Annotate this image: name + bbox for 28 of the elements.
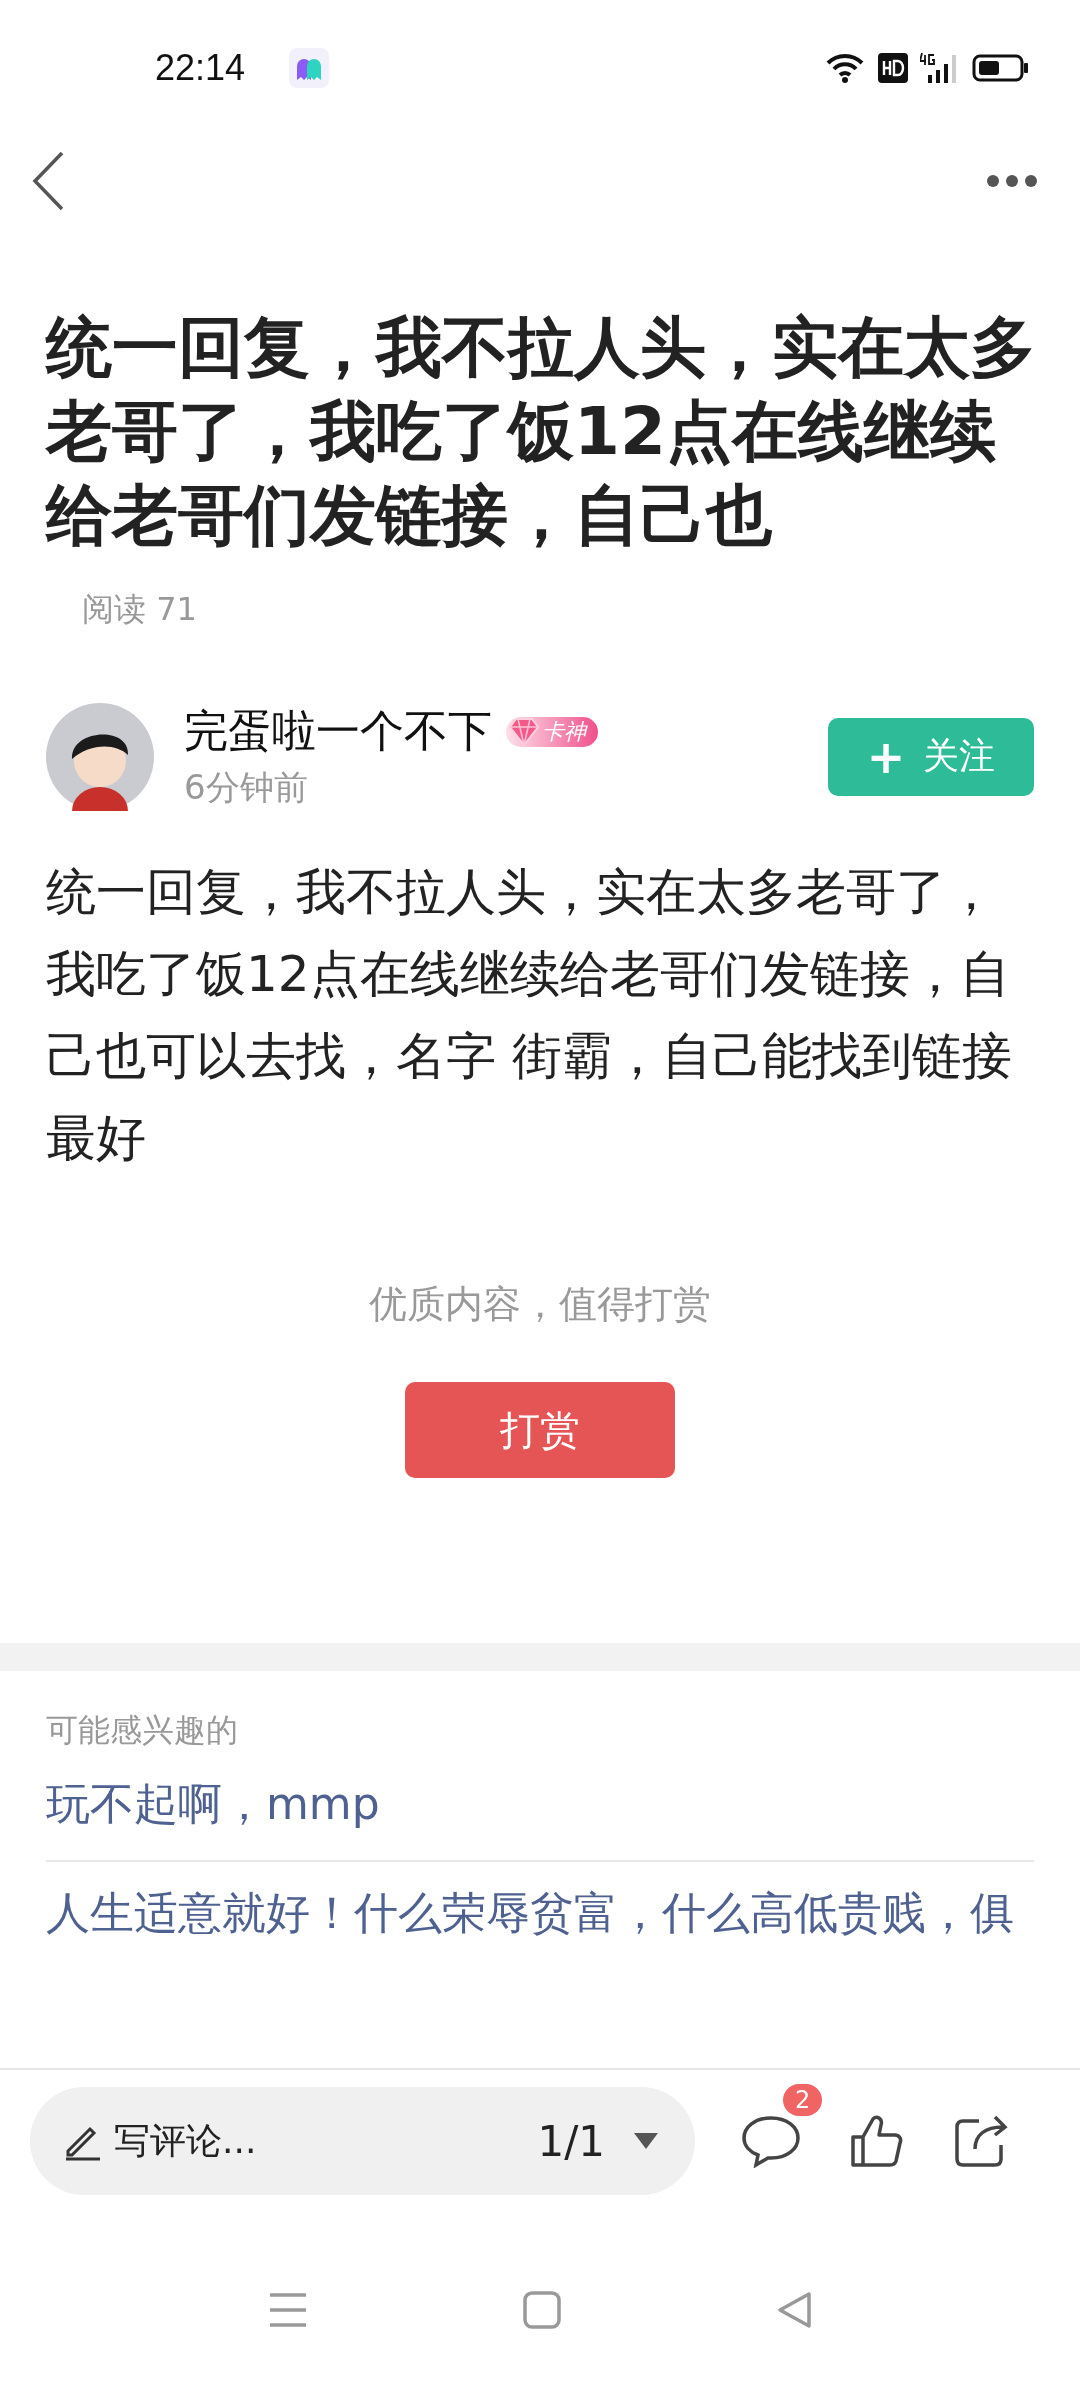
- like-icon[interactable]: [849, 2113, 905, 2169]
- author-name: 完蛋啦一个不下: [184, 704, 492, 758]
- post-time: 6分钟前: [184, 766, 309, 809]
- reward-prompt: 优质内容，值得打赏: [368, 1281, 712, 1328]
- section-heading: 可能感兴趣的: [46, 1710, 239, 1751]
- home-icon[interactable]: [523, 2291, 561, 2329]
- article-title: 统一回复，我不拉人头，实在太多老哥了，我吃了饭12点在线继续给老哥们发链接，自己也: [46, 308, 1037, 556]
- hd-icon: [878, 53, 908, 83]
- clock: 22:14: [155, 47, 246, 89]
- battery-icon: [972, 53, 1030, 83]
- dropdown-icon[interactable]: [633, 2132, 659, 2150]
- reward-button[interactable]: 打赏: [405, 1382, 675, 1478]
- related-article-link[interactable]: 玩不起啊，mmp: [46, 1753, 1034, 1862]
- app-notification-icon: [289, 48, 330, 88]
- back-icon[interactable]: [32, 151, 64, 211]
- menu-icon[interactable]: [268, 2292, 308, 2328]
- read-count: 阅读 71: [82, 589, 198, 630]
- back-nav-icon[interactable]: [776, 2291, 812, 2329]
- post-body: 统一回复，我不拉人头，实在太多老哥了，我吃了饭12点在线继续给老哥们发链接，自己也可以去找，名字 街霸，自己能找到链接最好: [46, 862, 1013, 1169]
- gem-icon: [506, 716, 542, 747]
- count-badge: 2: [783, 2084, 823, 2116]
- comment-field[interactable]: 写评论... 1/1: [30, 2087, 695, 2195]
- more-icon[interactable]: [986, 174, 1038, 188]
- comment-icon[interactable]: [741, 2114, 801, 2168]
- level-badge: 卡神: [506, 716, 598, 747]
- share-icon[interactable]: [953, 2113, 1009, 2169]
- wifi-icon: [826, 51, 866, 85]
- related-article-link[interactable]: 人生适意就好！什么荣辱贫富，什么高低贵贱，俱: [46, 1862, 1034, 1969]
